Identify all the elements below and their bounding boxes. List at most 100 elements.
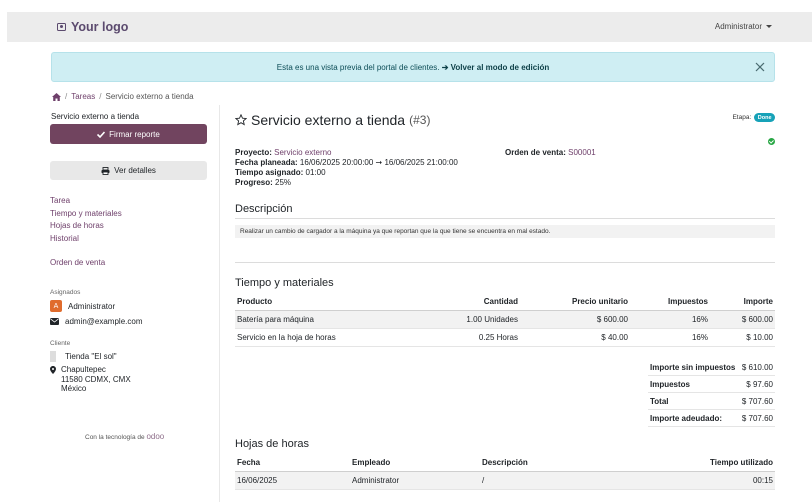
task-title-row: Servicio externo a tienda (#3) — [235, 112, 775, 128]
close-icon[interactable] — [754, 61, 766, 73]
table-cell: $ 10.00 — [710, 328, 775, 347]
sidebar: Servicio externo a tienda Firmar reporte… — [50, 112, 208, 394]
breadcrumb-separator: / — [99, 92, 102, 101]
assignee-row: A Administrator — [50, 300, 208, 312]
sidebar-item-time-materials[interactable]: Tiempo y materiales — [50, 208, 208, 220]
check-icon — [97, 130, 106, 138]
total-value: $ 707.60 — [741, 413, 773, 423]
order-link[interactable]: S00001 — [568, 148, 596, 157]
envelope-icon — [50, 318, 59, 325]
total-label: Importe adeudado: — [650, 413, 723, 423]
column-header: Empleado — [350, 454, 480, 472]
table-cell: $ 600.00 — [710, 310, 775, 329]
assigned-time-value: 01:00 — [305, 168, 326, 177]
timesheets-title: Hojas de horas — [235, 438, 309, 450]
client-row: Tienda "El sol" — [50, 351, 208, 362]
client-label: Cliente — [50, 340, 71, 347]
user-name: Administrator — [714, 22, 762, 31]
top-navbar: Your logo Administrator — [7, 12, 812, 42]
table-header-row: Producto Cantidad Precio unitario Impues… — [235, 293, 775, 311]
view-details-button[interactable]: Ver detalles — [50, 161, 207, 180]
table-cell: Batería para máquina — [235, 310, 405, 329]
odoo-logo[interactable]: odoo — [146, 432, 164, 441]
task-number: (#3) — [409, 113, 431, 127]
assignee-email[interactable]: admin@example.com — [65, 317, 142, 326]
email-row: admin@example.com — [50, 317, 208, 326]
description-title: Descripción — [235, 203, 293, 215]
table-row: Batería para máquina 1.00 Unidades $ 600… — [235, 310, 775, 329]
breadcrumb: / Tareas / Servicio externo a tienda — [52, 92, 194, 101]
column-header: Fecha — [235, 454, 350, 472]
column-header: Impuestos — [630, 293, 710, 311]
task-info: Proyecto: Servicio externo Fecha planead… — [235, 148, 775, 188]
total-row: Importe adeudado: $ 707.60 — [648, 410, 775, 427]
sign-report-label: Firmar reporte — [109, 129, 160, 139]
column-header: Tiempo utilizado — [605, 454, 775, 472]
breadcrumb-tasks[interactable]: Tareas — [71, 92, 95, 101]
sidebar-item-task[interactable]: Tarea — [50, 195, 208, 207]
breadcrumb-current: Servicio externo a tienda — [105, 92, 194, 101]
map-marker-icon — [50, 366, 56, 374]
assigned-time-label: Tiempo asignado: — [235, 168, 304, 177]
table-cell: 16% — [630, 310, 710, 329]
divider — [219, 105, 220, 502]
table-row: Servicio en la hoja de horas 0.25 Horas … — [235, 328, 775, 347]
table-cell: $ 600.00 — [520, 310, 630, 329]
total-row: Total $ 707.60 — [648, 393, 775, 410]
table-cell: 0.25 Horas — [405, 328, 520, 347]
assigned-label: Asignados — [50, 289, 81, 296]
back-to-edit-link[interactable]: ➔ Volver al modo de edición — [442, 63, 549, 72]
total-row: Impuestos $ 97.60 — [648, 376, 775, 393]
order-label: Orden de venta: — [505, 148, 566, 157]
page-title: Servicio externo a tienda — [251, 112, 406, 128]
project-label: Proyecto: — [235, 148, 272, 157]
project-link[interactable]: Servicio externo — [274, 148, 331, 157]
star-icon[interactable] — [235, 114, 247, 126]
total-value: $ 707.60 — [741, 396, 773, 406]
sign-report-button[interactable]: Firmar reporte — [50, 124, 207, 144]
table-cell: 16% — [630, 328, 710, 347]
column-header: Producto — [235, 293, 405, 311]
column-header: Descripción — [480, 454, 606, 472]
planned-value: 16/06/2025 20:00:00 ➞ 16/06/2025 21:00:0… — [299, 158, 458, 167]
logo-icon — [57, 23, 66, 31]
done-check-icon — [768, 138, 775, 145]
user-menu[interactable]: Administrator — [715, 22, 772, 31]
avatar: A — [50, 300, 62, 312]
total-value: $ 97.60 — [746, 379, 773, 389]
assignee-name: Administrator — [68, 301, 116, 311]
timesheets-table: Fecha Empleado Descripción Tiempo utiliz… — [235, 454, 775, 490]
info-sales-order: Orden de venta: S00001 — [505, 148, 596, 158]
caret-down-icon — [766, 25, 772, 28]
sidebar-task-name: Servicio externo a tienda — [51, 112, 140, 121]
main-content: Servicio externo a tienda (#3) Etapa: Do… — [235, 112, 775, 427]
description-text: Realizar un cambio de cargador a la máqu… — [235, 225, 775, 238]
progress-label: Progreso: — [235, 178, 273, 187]
client-name: Tienda "El sol" — [65, 352, 117, 361]
description-section: Descripción Realizar un cambio de cargad… — [235, 203, 775, 238]
stage-label: Etapa: — [732, 114, 752, 121]
divider — [235, 262, 775, 263]
divider — [235, 218, 775, 219]
address-line: Chapultepec — [61, 365, 106, 374]
sidebar-item-timesheets[interactable]: Hojas de horas — [50, 220, 208, 232]
sidebar-item-history[interactable]: Historial — [50, 233, 208, 245]
column-header: Precio unitario — [520, 293, 630, 311]
table-cell: 1.00 Unidades — [405, 310, 520, 329]
info-planned: Fecha planeada: 16/06/2025 20:00:00 ➞ 16… — [235, 158, 775, 168]
home-icon[interactable] — [52, 92, 61, 101]
address-lines: Chapultepec 11580 CDMX, CMX México — [61, 365, 131, 394]
logo[interactable]: Your logo — [57, 20, 128, 34]
table-cell: Servicio en la hoja de horas — [235, 328, 405, 347]
total-label: Impuestos — [650, 379, 691, 389]
address-line: México — [61, 384, 87, 393]
total-value: $ 610.00 — [741, 362, 773, 372]
sidebar-item-sales-order[interactable]: Orden de venta — [50, 258, 208, 267]
total-label: Importe sin impuestos — [650, 362, 736, 372]
sidebar-nav: Tarea Tiempo y materiales Hojas de horas… — [50, 195, 208, 244]
total-label: Total — [650, 396, 669, 406]
table-cell: 16/06/2025 — [235, 471, 350, 490]
total-row: Importe sin impuestos $ 610.00 — [648, 359, 775, 376]
stage: Etapa: Done — [732, 113, 775, 122]
planned-label: Fecha planeada: — [235, 158, 298, 167]
